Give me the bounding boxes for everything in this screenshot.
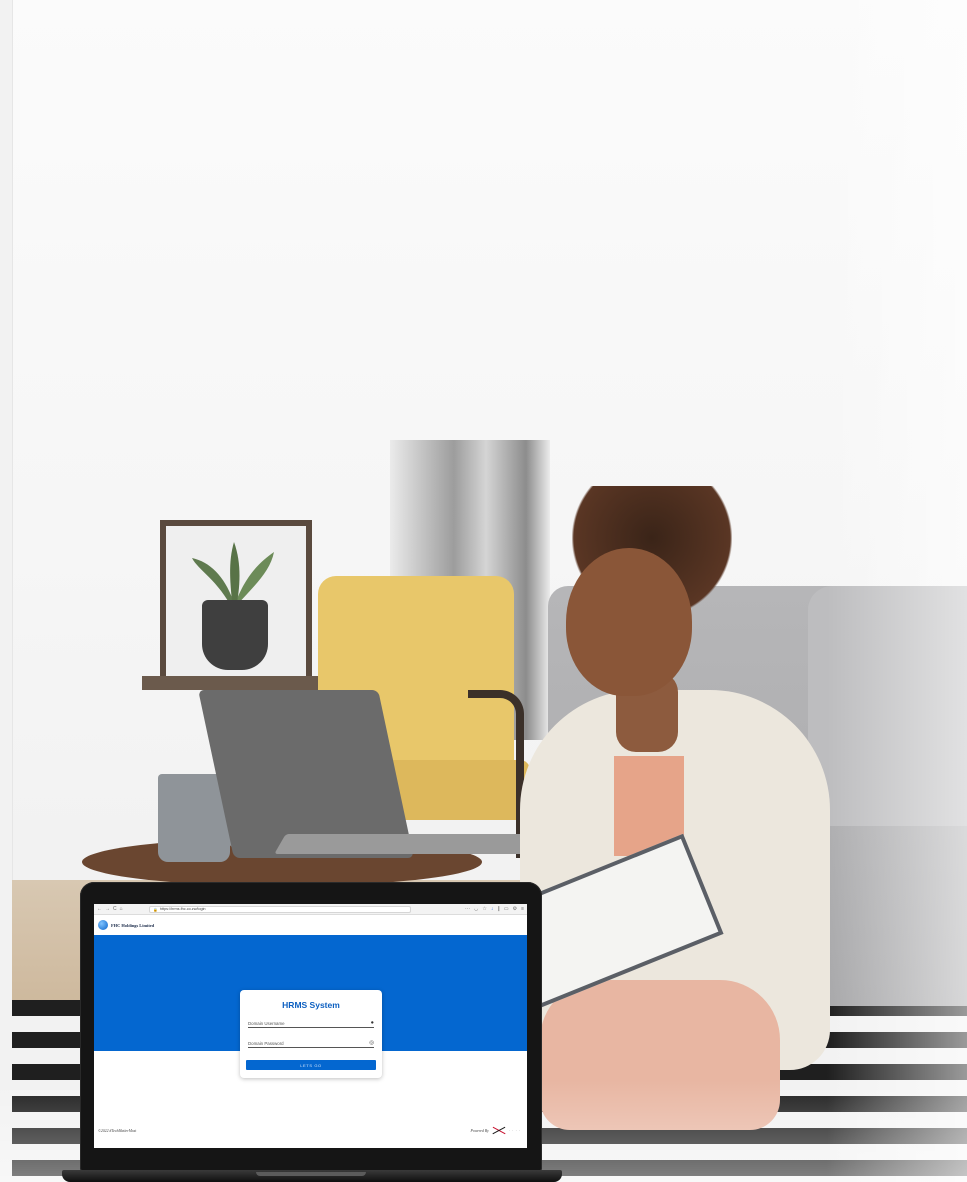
login-title: HRMS System xyxy=(282,1000,340,1010)
plant-pot xyxy=(202,600,268,670)
hamburger-menu-icon[interactable]: ≡ xyxy=(521,906,524,912)
browser-extras: ··· ◡ ☆ ↓ ∥ ▭ ⚙ ≡ xyxy=(465,906,524,912)
laptop-screen: ← → C ⌂ 🔒 https://hrms.fhc.co.zw/login ·… xyxy=(94,904,527,1148)
vendor-logo-dots-icon: • • • • xyxy=(508,1129,521,1132)
address-bar[interactable]: 🔒 https://hrms.fhc.co.zw/login xyxy=(149,905,411,913)
download-icon[interactable]: ↓ xyxy=(491,906,494,912)
back-icon[interactable]: ← xyxy=(97,906,102,912)
background-laptop-base xyxy=(274,834,542,854)
footer-powered-by: Powered By • • • • xyxy=(471,1127,521,1134)
password-label: Domain Password xyxy=(248,1041,284,1046)
username-label: Domain Username xyxy=(248,1021,285,1026)
login-card: HRMS System Domain Username ● Domain Pas… xyxy=(240,990,382,1078)
library-icon[interactable]: ∥ xyxy=(497,906,500,912)
username-field[interactable]: Domain Username ● xyxy=(248,1017,374,1028)
user-icon: ● xyxy=(370,1020,374,1026)
app-header: FHC Holdings Limited xyxy=(94,915,527,935)
fade-overlay-right xyxy=(827,0,967,1182)
extension-icon[interactable]: ⚙ xyxy=(513,906,517,912)
browser-toolbar: ← → C ⌂ 🔒 https://hrms.fhc.co.zw/login ·… xyxy=(94,904,527,915)
eye-off-icon[interactable]: ◎ xyxy=(369,1040,374,1047)
reload-icon[interactable]: C xyxy=(113,906,117,912)
lock-icon: 🔒 xyxy=(153,907,158,912)
laptop-notch xyxy=(256,1172,366,1176)
lets-go-button[interactable]: LETS GO xyxy=(246,1060,376,1070)
page-menu-icon[interactable]: ··· xyxy=(465,906,470,912)
company-logo-icon xyxy=(98,920,108,930)
home-icon[interactable]: ⌂ xyxy=(120,906,123,912)
browser-nav: ← → C ⌂ xyxy=(97,906,149,912)
org-name: FHC Holdings Limited xyxy=(111,922,155,928)
person-head xyxy=(566,548,692,696)
address-bar-url[interactable]: https://hrms.fhc.co.zw/login xyxy=(160,907,206,911)
vendor-x-logo-icon xyxy=(492,1127,506,1134)
footer-copyright: ©2022 #TechMatterMost xyxy=(98,1129,137,1133)
window-sill xyxy=(142,676,322,690)
forward-icon[interactable]: → xyxy=(105,906,110,912)
password-field[interactable]: Domain Password ◎ xyxy=(248,1037,374,1048)
background-laptop-lid xyxy=(198,690,414,858)
sidebar-icon[interactable]: ▭ xyxy=(504,906,509,912)
powered-by-label: Powered By xyxy=(470,1128,489,1133)
pocket-icon[interactable]: ◡ xyxy=(474,906,478,912)
armchair-arm xyxy=(468,690,524,858)
bookmark-star-icon[interactable]: ☆ xyxy=(482,906,486,912)
